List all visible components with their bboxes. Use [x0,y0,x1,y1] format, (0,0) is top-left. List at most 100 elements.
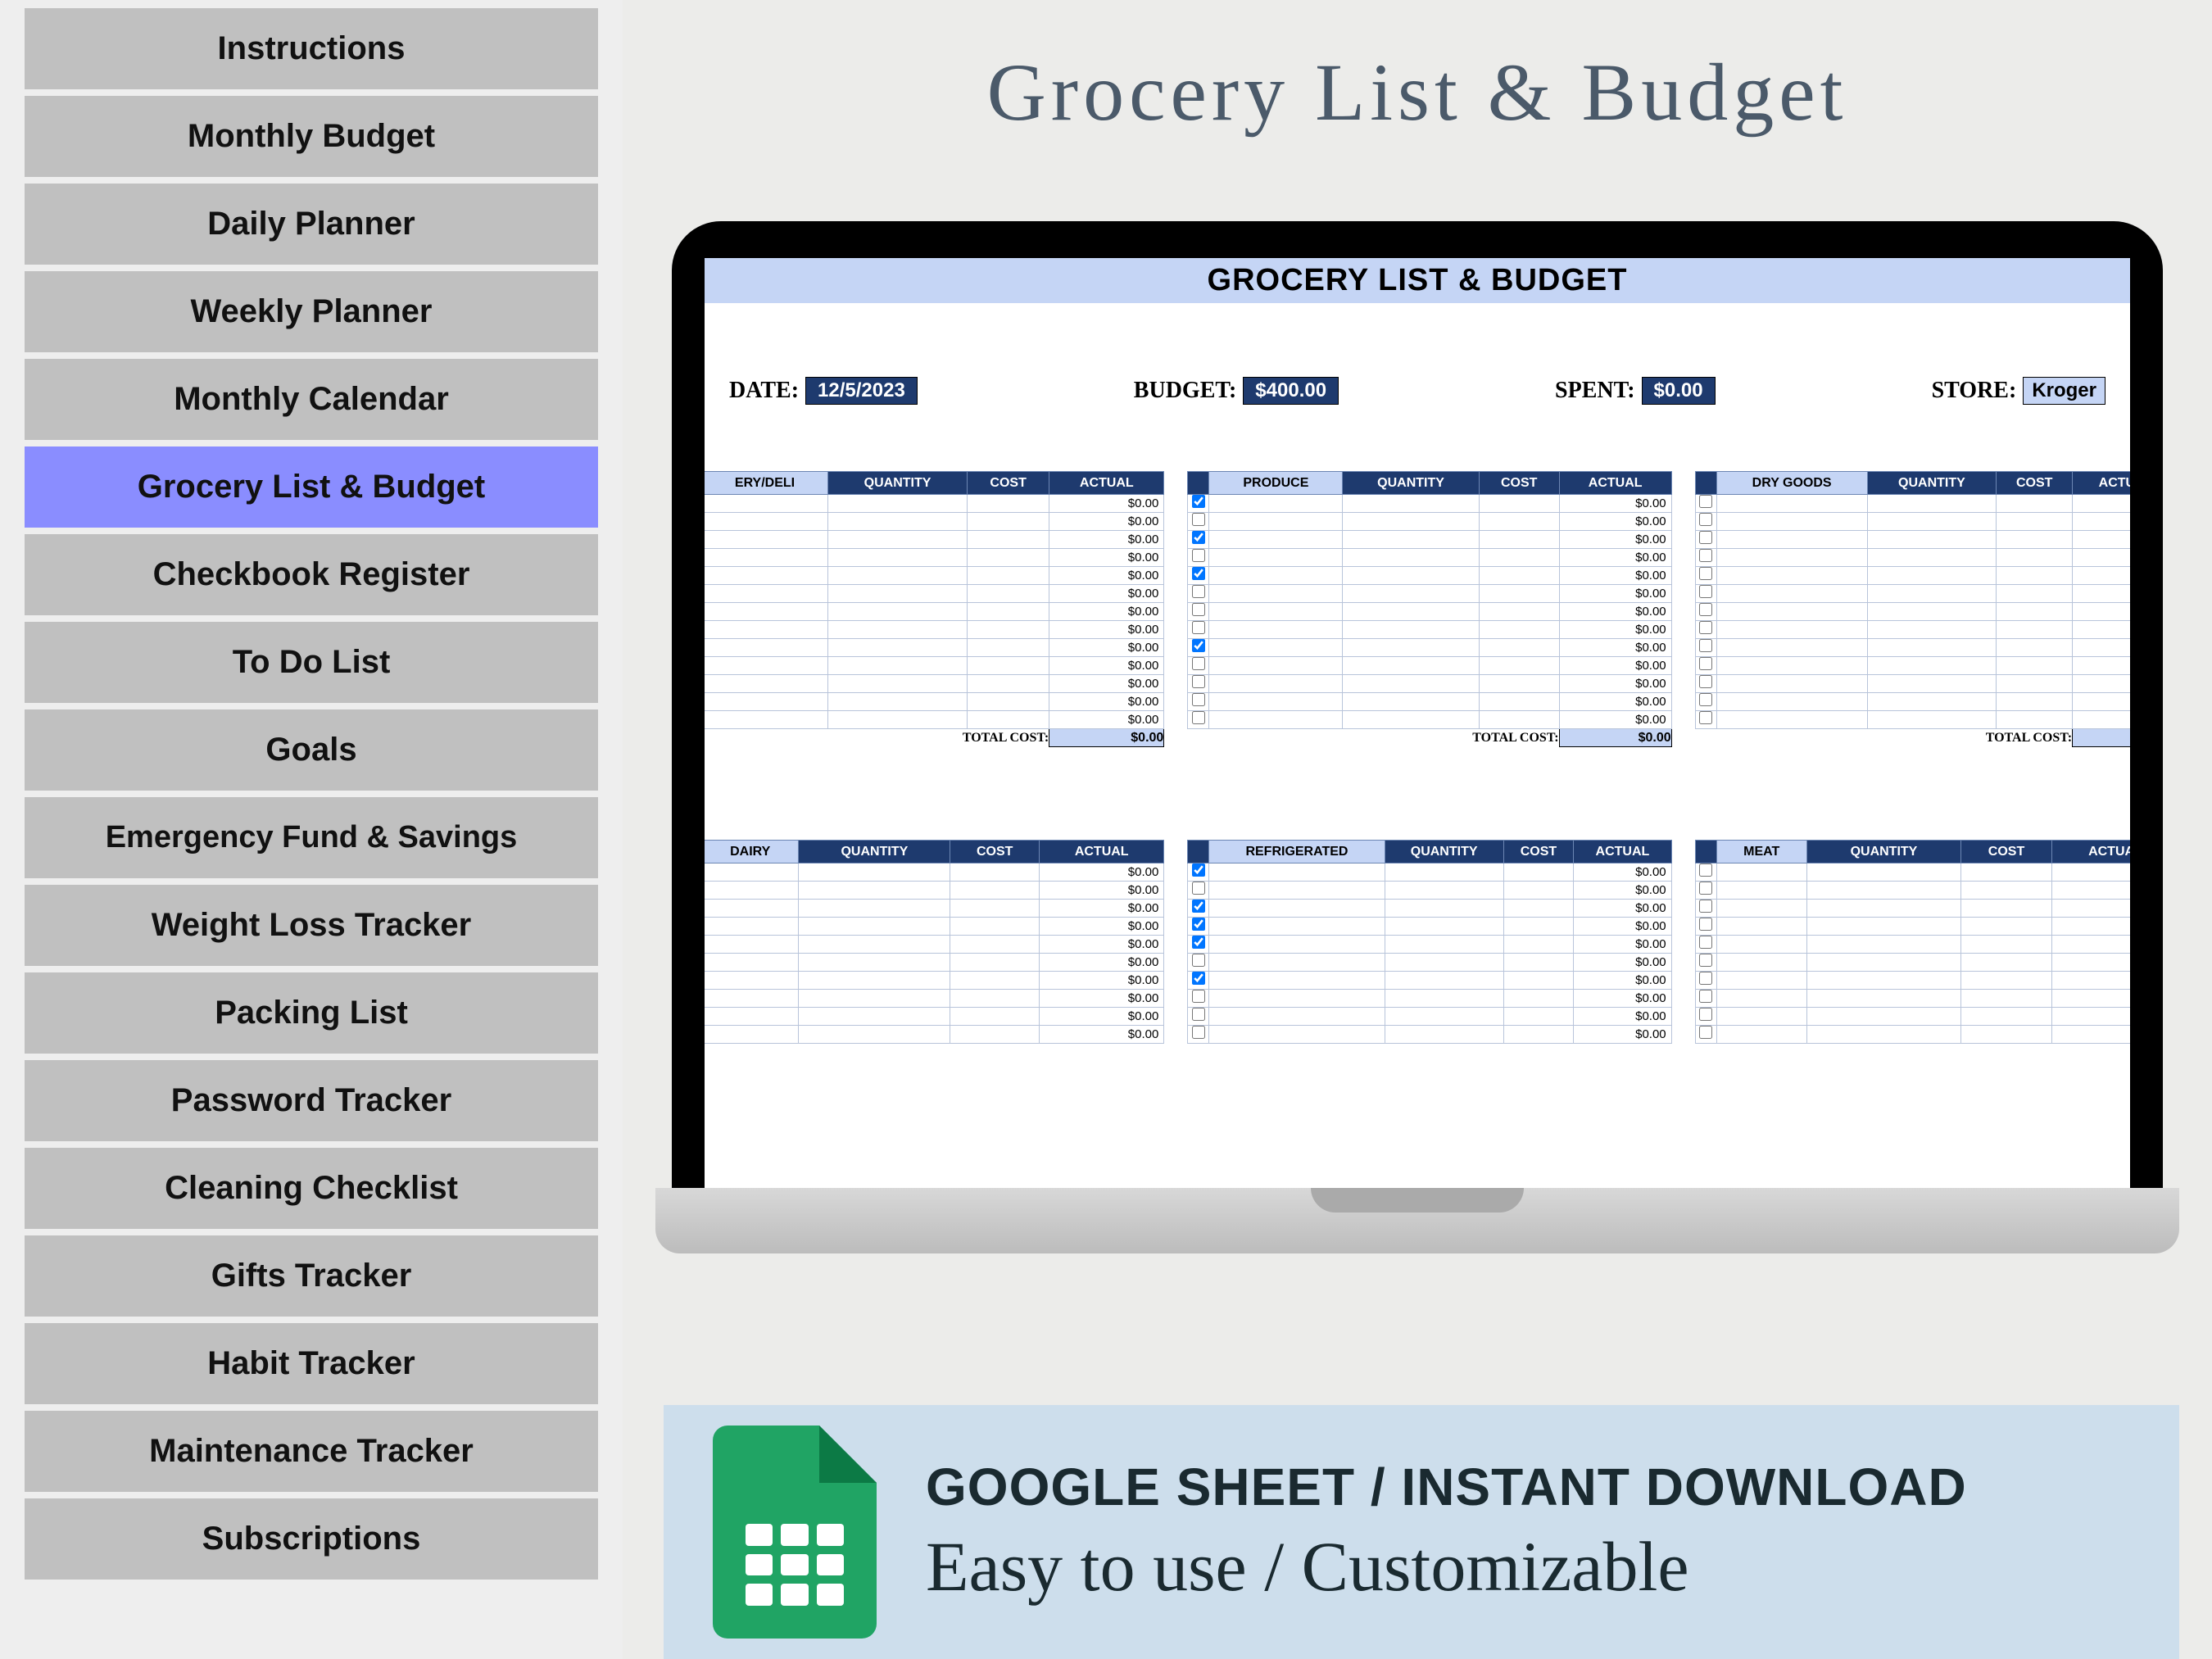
date-value[interactable]: 12/5/2023 [805,377,918,405]
cell-cost[interactable] [1479,531,1559,549]
cell-quantity[interactable] [799,972,950,990]
sidebar-item-daily-planner[interactable]: Daily Planner [25,184,598,265]
cell-quantity[interactable] [1867,549,1997,567]
cell-item[interactable] [1209,495,1343,513]
cell-quantity[interactable] [1806,990,1960,1008]
cell-quantity[interactable] [828,585,968,603]
cell-quantity[interactable] [799,1008,950,1026]
cell-item[interactable] [1209,621,1343,639]
row-checkbox[interactable] [1188,1008,1209,1026]
cell-cost[interactable] [950,918,1040,936]
cell-item[interactable] [1716,1026,1806,1044]
row-checkbox[interactable] [1188,972,1209,990]
cell-quantity[interactable] [799,936,950,954]
row-checkbox[interactable] [1695,621,1716,639]
cell-quantity[interactable] [828,495,968,513]
row-checkbox[interactable] [1695,531,1716,549]
cell-quantity[interactable] [799,882,950,900]
row-checkbox[interactable] [1188,603,1209,621]
cell-cost[interactable] [1479,639,1559,657]
cell-quantity[interactable] [1867,513,1997,531]
row-checkbox[interactable] [1695,990,1716,1008]
cell-item[interactable] [1209,863,1385,882]
cell-quantity[interactable] [1385,1008,1503,1026]
cell-item[interactable] [1716,972,1806,990]
cell-quantity[interactable] [1343,495,1479,513]
cell-cost[interactable] [1961,863,2052,882]
row-checkbox[interactable] [1695,882,1716,900]
cell-cost[interactable] [950,882,1040,900]
cell-cost[interactable] [968,711,1049,729]
cell-cost[interactable] [950,863,1040,882]
cell-item[interactable] [1209,711,1343,729]
cell-cost[interactable] [1961,1026,2052,1044]
row-checkbox[interactable] [1695,711,1716,729]
cell-quantity[interactable] [1867,693,1997,711]
sidebar-item-packing-list[interactable]: Packing List [25,972,598,1054]
cell-cost[interactable] [968,567,1049,585]
cell-cost[interactable] [968,549,1049,567]
cell-item[interactable] [705,900,799,918]
cell-item[interactable] [705,675,828,693]
cell-quantity[interactable] [828,621,968,639]
cell-cost[interactable] [1961,918,2052,936]
row-checkbox[interactable] [1188,1026,1209,1044]
cell-item[interactable] [705,972,799,990]
sidebar-item-cleaning-checklist[interactable]: Cleaning Checklist [25,1148,598,1229]
row-checkbox[interactable] [1695,863,1716,882]
cell-cost[interactable] [968,495,1049,513]
cell-item[interactable] [1716,621,1867,639]
cell-item[interactable] [1209,513,1343,531]
row-checkbox[interactable] [1188,657,1209,675]
cell-cost[interactable] [1503,918,1573,936]
cell-cost[interactable] [1997,693,2073,711]
row-checkbox[interactable] [1188,918,1209,936]
cell-item[interactable] [1209,531,1343,549]
cell-item[interactable] [1716,900,1806,918]
sidebar-item-subscriptions[interactable]: Subscriptions [25,1498,598,1580]
row-checkbox[interactable] [1695,603,1716,621]
cell-quantity[interactable] [1343,711,1479,729]
cell-quantity[interactable] [1385,863,1503,882]
cell-cost[interactable] [1961,900,2052,918]
sidebar-item-maintenance-tracker[interactable]: Maintenance Tracker [25,1411,598,1492]
cell-item[interactable] [1716,603,1867,621]
store-value[interactable]: Kroger [2023,377,2105,405]
cell-quantity[interactable] [1385,1026,1503,1044]
row-checkbox[interactable] [1695,639,1716,657]
cell-quantity[interactable] [828,711,968,729]
cell-quantity[interactable] [1343,639,1479,657]
cell-item[interactable] [1209,990,1385,1008]
cell-item[interactable] [1209,936,1385,954]
row-checkbox[interactable] [1188,711,1209,729]
cell-quantity[interactable] [1385,882,1503,900]
cell-cost[interactable] [1961,990,2052,1008]
cell-quantity[interactable] [799,918,950,936]
cell-quantity[interactable] [1343,513,1479,531]
cell-item[interactable] [1209,639,1343,657]
cell-quantity[interactable] [1385,990,1503,1008]
cell-quantity[interactable] [1385,918,1503,936]
cell-cost[interactable] [1997,549,2073,567]
cell-quantity[interactable] [1867,621,1997,639]
cell-cost[interactable] [968,513,1049,531]
cell-quantity[interactable] [1806,972,1960,990]
cell-item[interactable] [1209,1008,1385,1026]
cell-item[interactable] [705,990,799,1008]
cell-item[interactable] [1209,549,1343,567]
cell-item[interactable] [705,531,828,549]
sidebar-item-password-tracker[interactable]: Password Tracker [25,1060,598,1141]
row-checkbox[interactable] [1695,657,1716,675]
cell-cost[interactable] [1961,882,2052,900]
cell-item[interactable] [1716,693,1867,711]
row-checkbox[interactable] [1695,693,1716,711]
cell-cost[interactable] [1503,900,1573,918]
cell-item[interactable] [1209,567,1343,585]
cell-cost[interactable] [1997,495,2073,513]
cell-cost[interactable] [1503,936,1573,954]
cell-quantity[interactable] [1867,531,1997,549]
row-checkbox[interactable] [1695,972,1716,990]
cell-cost[interactable] [1479,585,1559,603]
cell-item[interactable] [705,585,828,603]
cell-quantity[interactable] [799,900,950,918]
